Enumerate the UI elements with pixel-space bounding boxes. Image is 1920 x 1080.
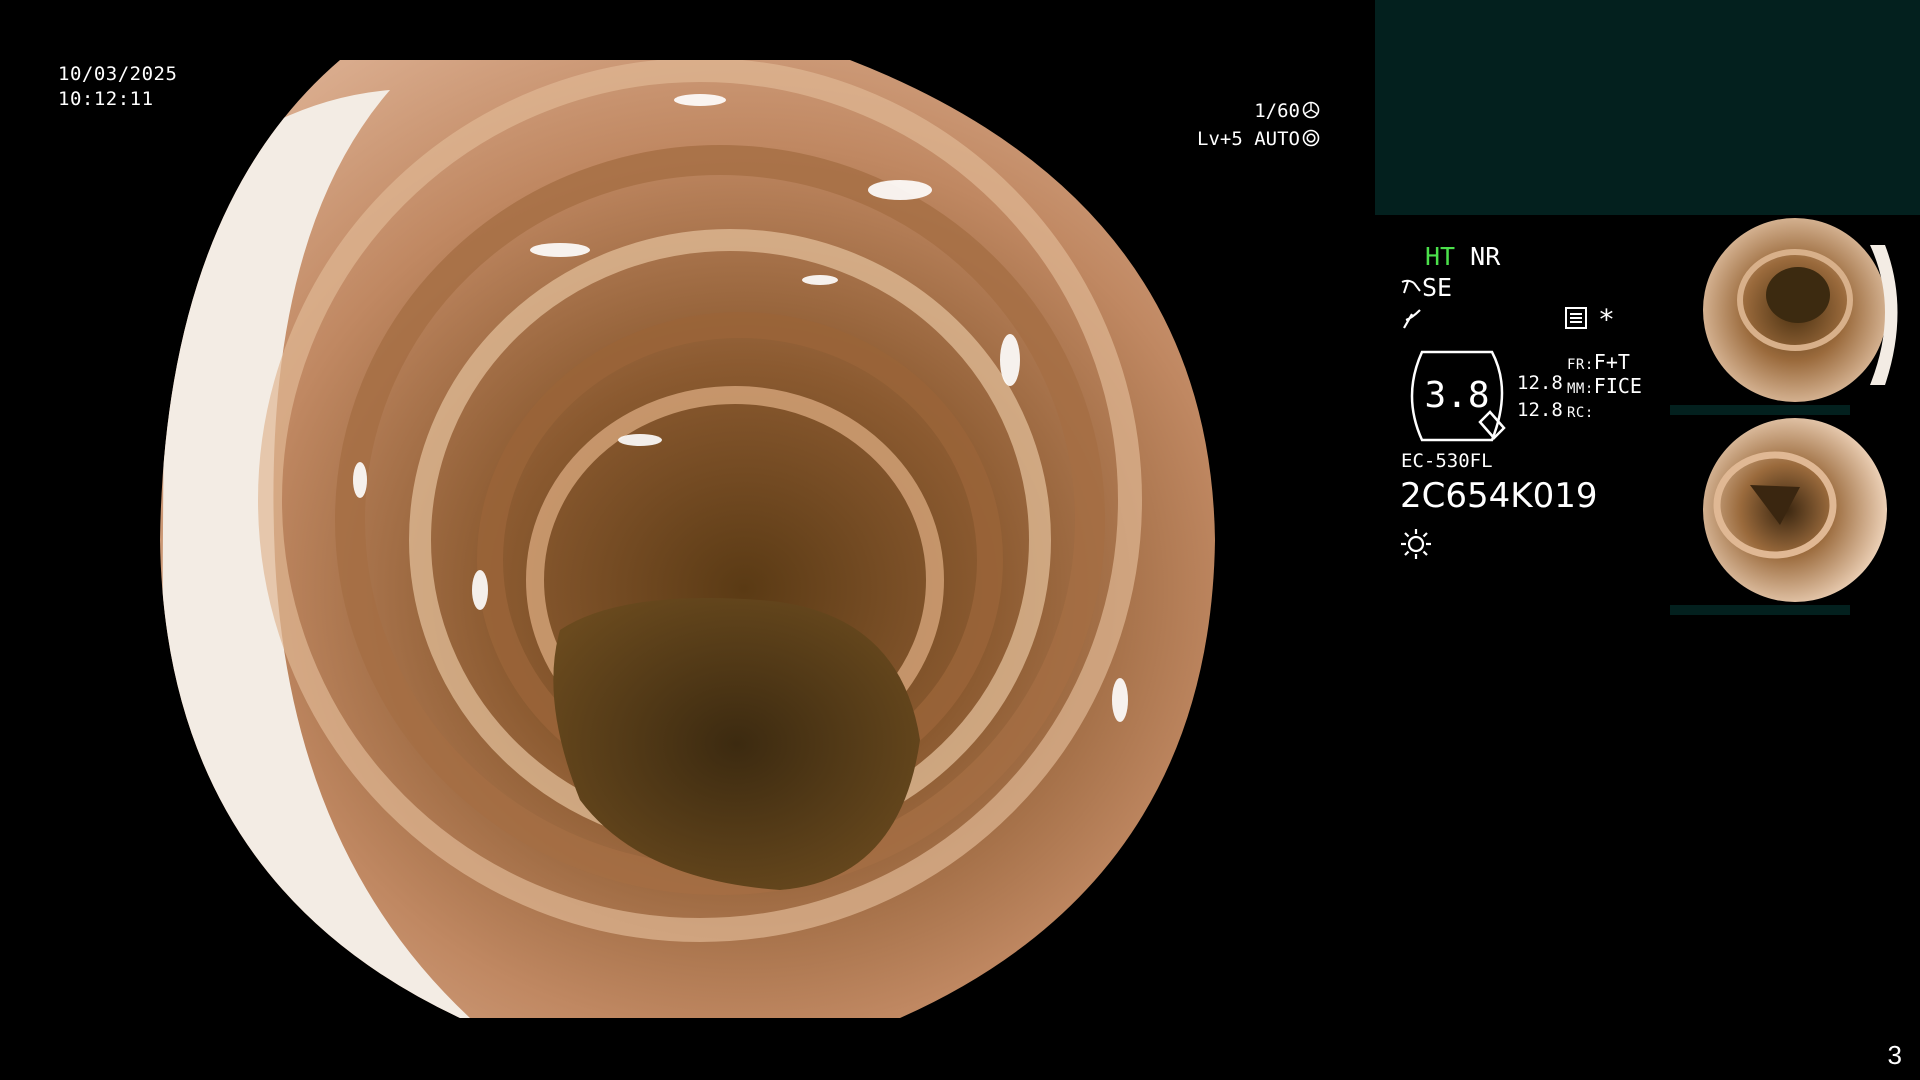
- value-top: 12.8: [1517, 372, 1563, 394]
- enhancement-modes: HT NR: [1425, 242, 1500, 271]
- fr-value: F+T: [1593, 350, 1630, 374]
- settings-card-icon: [1565, 307, 1587, 329]
- mm-label: MM:: [1567, 381, 1594, 397]
- mm-row: MM:FICE: [1567, 374, 1642, 398]
- thumbnail-2[interactable]: [1670, 415, 1920, 615]
- mm-value: FICE: [1593, 374, 1642, 398]
- endoscope-view: [0, 0, 1375, 1080]
- shutter-speed-text: 1/60: [1254, 100, 1300, 122]
- date-text: 10/03/2025: [58, 63, 178, 85]
- scope-serial: 2C654K019: [1400, 476, 1598, 516]
- colon-lumen-image: [160, 60, 1215, 1018]
- zoom-value: 3.8: [1424, 375, 1490, 416]
- lightning-icon: [1403, 309, 1421, 329]
- light-sun-icon: [1401, 529, 1431, 559]
- brightness-level-text: Lv+5: [1197, 128, 1243, 150]
- rc-label: RC:: [1567, 405, 1594, 421]
- time-text: 10:12:11: [58, 88, 154, 110]
- nr-label: NR: [1470, 242, 1501, 271]
- shutter-icon: [1302, 101, 1320, 119]
- auto-iris-icon: [1302, 129, 1320, 147]
- fr-row: FR:F+T: [1567, 350, 1630, 374]
- page-number: 3: [1887, 1040, 1902, 1070]
- exposure-readout: 1/60 Lv+5 AUTO: [1155, 97, 1320, 153]
- datetime-readout: 10/03/2025 10:12:11: [58, 62, 177, 112]
- value-bottom: 12.8: [1517, 399, 1563, 421]
- thumbnail-1[interactable]: [1670, 215, 1920, 415]
- scope-tip-icon: [1401, 279, 1421, 294]
- se-label: SE: [1422, 273, 1453, 302]
- structure-enhancement: SE: [1400, 273, 1452, 302]
- exposure-mode-text: AUTO: [1254, 128, 1300, 150]
- asterisk-marker: *: [1598, 303, 1615, 336]
- thumbnail-1-image: [1670, 218, 1898, 415]
- preview-panel: [1375, 0, 1920, 215]
- thumbnail-2-image: [1670, 418, 1887, 615]
- scope-model: EC-530FL: [1401, 450, 1493, 472]
- rc-row: RC:: [1567, 402, 1594, 421]
- ht-label: HT: [1425, 242, 1456, 271]
- fr-label: FR:: [1567, 357, 1594, 373]
